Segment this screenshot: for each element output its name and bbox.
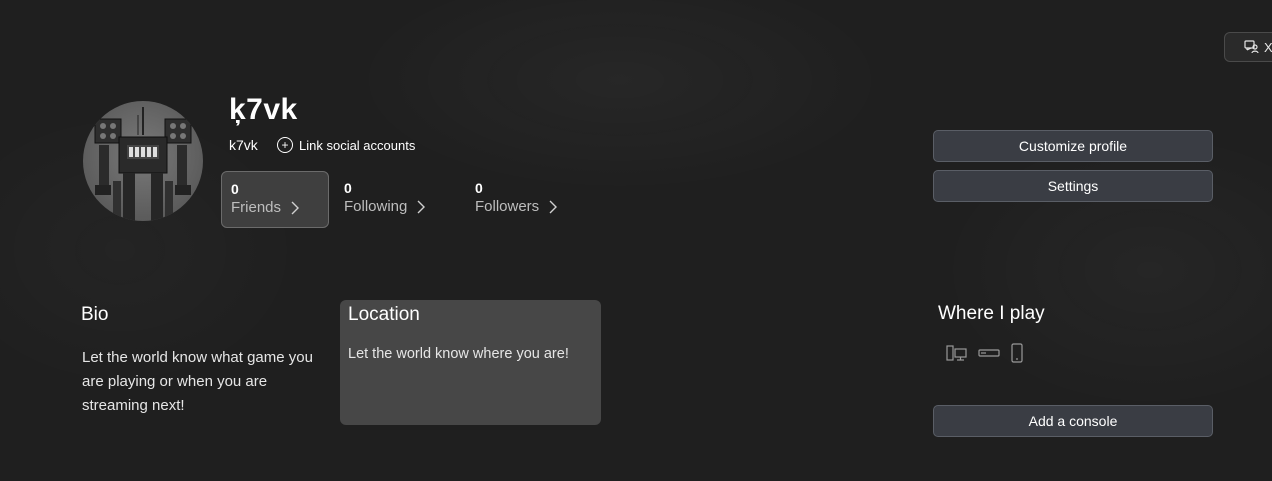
add-console-button[interactable]: Add a console <box>933 405 1213 437</box>
gamertag-handle: k7vk <box>229 137 258 153</box>
link-social-label: Link social accounts <box>299 137 416 153</box>
robot-avatar <box>94 107 192 221</box>
settings-button[interactable]: Settings <box>933 170 1213 202</box>
following-count: 0 <box>344 180 352 196</box>
bio-text: Let the world know what game you are pla… <box>82 349 313 414</box>
mobile-icon <box>1010 343 1024 363</box>
location-text: Let the world know where you are! <box>348 346 569 362</box>
add-circle-icon: + <box>277 137 293 153</box>
pc-icon <box>946 344 968 362</box>
gamertag: ķ7vk <box>229 93 298 126</box>
followers-label: Followers <box>475 198 540 215</box>
followers-count: 0 <box>475 180 483 196</box>
location-title: Location <box>348 304 420 325</box>
social-chip-label: X <box>1264 39 1272 55</box>
chevron-right-icon <box>291 201 300 214</box>
followers-stat[interactable]: 0 Followers <box>466 171 586 228</box>
friends-icon <box>1243 38 1259 57</box>
where-i-play-title: Where I play <box>938 303 1045 324</box>
link-social-accounts-button[interactable]: + Link social accounts <box>277 137 415 153</box>
platform-icons <box>946 343 1024 363</box>
location-card[interactable]: Location Let the world know where you ar… <box>340 300 601 425</box>
friends-label: Friends <box>231 199 282 216</box>
chevron-right-icon <box>417 200 426 213</box>
customize-profile-button[interactable]: Customize profile <box>933 130 1213 162</box>
friends-stat[interactable]: 0 Friends <box>221 171 329 228</box>
following-stat[interactable]: 0 Following <box>335 171 455 228</box>
console-icon <box>978 344 1000 362</box>
chevron-right-icon <box>549 200 558 213</box>
friends-count: 0 <box>231 181 239 197</box>
social-chip-button[interactable]: X <box>1224 32 1272 62</box>
following-label: Following <box>344 198 408 215</box>
avatar[interactable] <box>83 101 203 221</box>
bio-title: Bio <box>81 304 109 325</box>
